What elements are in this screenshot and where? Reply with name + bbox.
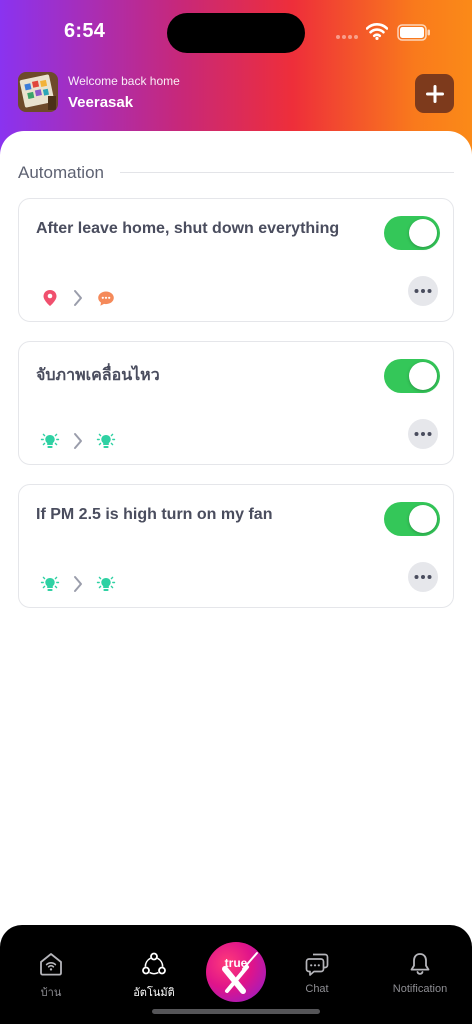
section-header: Automation: [18, 161, 454, 183]
truex-logo-button[interactable]: true: [206, 942, 266, 1002]
ellipsis-icon: [414, 432, 432, 436]
automation-icon: [142, 952, 166, 975]
tab-home[interactable]: บ้าน: [6, 947, 96, 999]
home-indicator[interactable]: [152, 1009, 320, 1014]
chevron-right-icon: [60, 574, 96, 594]
automation-title: จับภาพเคลื่อนไหว: [36, 367, 160, 384]
tab-label: Chat: [305, 983, 329, 995]
toggle-knob: [409, 505, 437, 533]
automation-toggle[interactable]: [384, 359, 440, 393]
plus-icon: [425, 84, 444, 103]
home-photo-icon: [18, 72, 58, 112]
home-avatar[interactable]: [18, 72, 58, 112]
tab-notification[interactable]: Notification: [375, 947, 465, 999]
automation-flow: [40, 573, 116, 595]
chevron-right-icon: [60, 431, 96, 451]
automation-card[interactable]: จับภาพเคลื่อนไหว: [18, 341, 454, 465]
more-options-button[interactable]: [408, 419, 438, 449]
ellipsis-icon: [414, 575, 432, 579]
home-wifi-icon: [40, 953, 62, 976]
toggle-knob: [409, 219, 437, 247]
light-bulb-icon: [40, 574, 60, 594]
tab-automation[interactable]: อัตโนมัติ: [109, 947, 199, 999]
truex-logo-icon: true: [222, 952, 258, 994]
chat-bubble-icon: [96, 288, 116, 308]
chevron-right-icon: [60, 288, 96, 308]
automation-flow: [40, 430, 116, 452]
status-time: 6:54: [64, 20, 106, 42]
welcome-text: Welcome back home: [68, 74, 180, 88]
wifi-icon: [366, 23, 388, 40]
bell-icon: [410, 953, 430, 975]
section-divider: [120, 172, 454, 173]
automation-card[interactable]: After leave home, shut down everything: [18, 198, 454, 322]
cellular-signal-icon: [336, 35, 358, 41]
automation-toggle[interactable]: [384, 216, 440, 250]
add-button[interactable]: [415, 74, 454, 113]
battery-icon: [397, 24, 430, 41]
tab-label: บ้าน: [40, 987, 62, 999]
automation-flow: [40, 287, 116, 309]
more-options-button[interactable]: [408, 562, 438, 592]
light-bulb-icon: [96, 574, 116, 594]
more-options-button[interactable]: [408, 276, 438, 306]
chat-icon: [305, 953, 329, 976]
username: Veerasak: [68, 94, 134, 111]
tab-label: อัตโนมัติ: [133, 987, 175, 999]
section-title: Automation: [18, 163, 104, 182]
automation-title: After leave home, shut down everything: [36, 220, 340, 237]
toggle-knob: [409, 362, 437, 390]
tab-chat[interactable]: Chat: [272, 947, 362, 999]
status-bar: 6:54: [0, 0, 472, 64]
tab-label: Notification: [392, 983, 448, 995]
automation-title: If PM 2.5 is high turn on my fan: [36, 506, 273, 523]
light-bulb-icon: [40, 431, 60, 451]
dynamic-island: [167, 13, 305, 53]
automation-card[interactable]: If PM 2.5 is high turn on my fan: [18, 484, 454, 608]
tab-bar: บ้าน อัตโนมัติ true Chat Notification: [0, 925, 472, 1024]
truex-wordmark: true: [225, 956, 248, 970]
ellipsis-icon: [414, 289, 432, 293]
automation-toggle[interactable]: [384, 502, 440, 536]
light-bulb-icon: [96, 431, 116, 451]
location-pin-icon: [40, 288, 60, 308]
